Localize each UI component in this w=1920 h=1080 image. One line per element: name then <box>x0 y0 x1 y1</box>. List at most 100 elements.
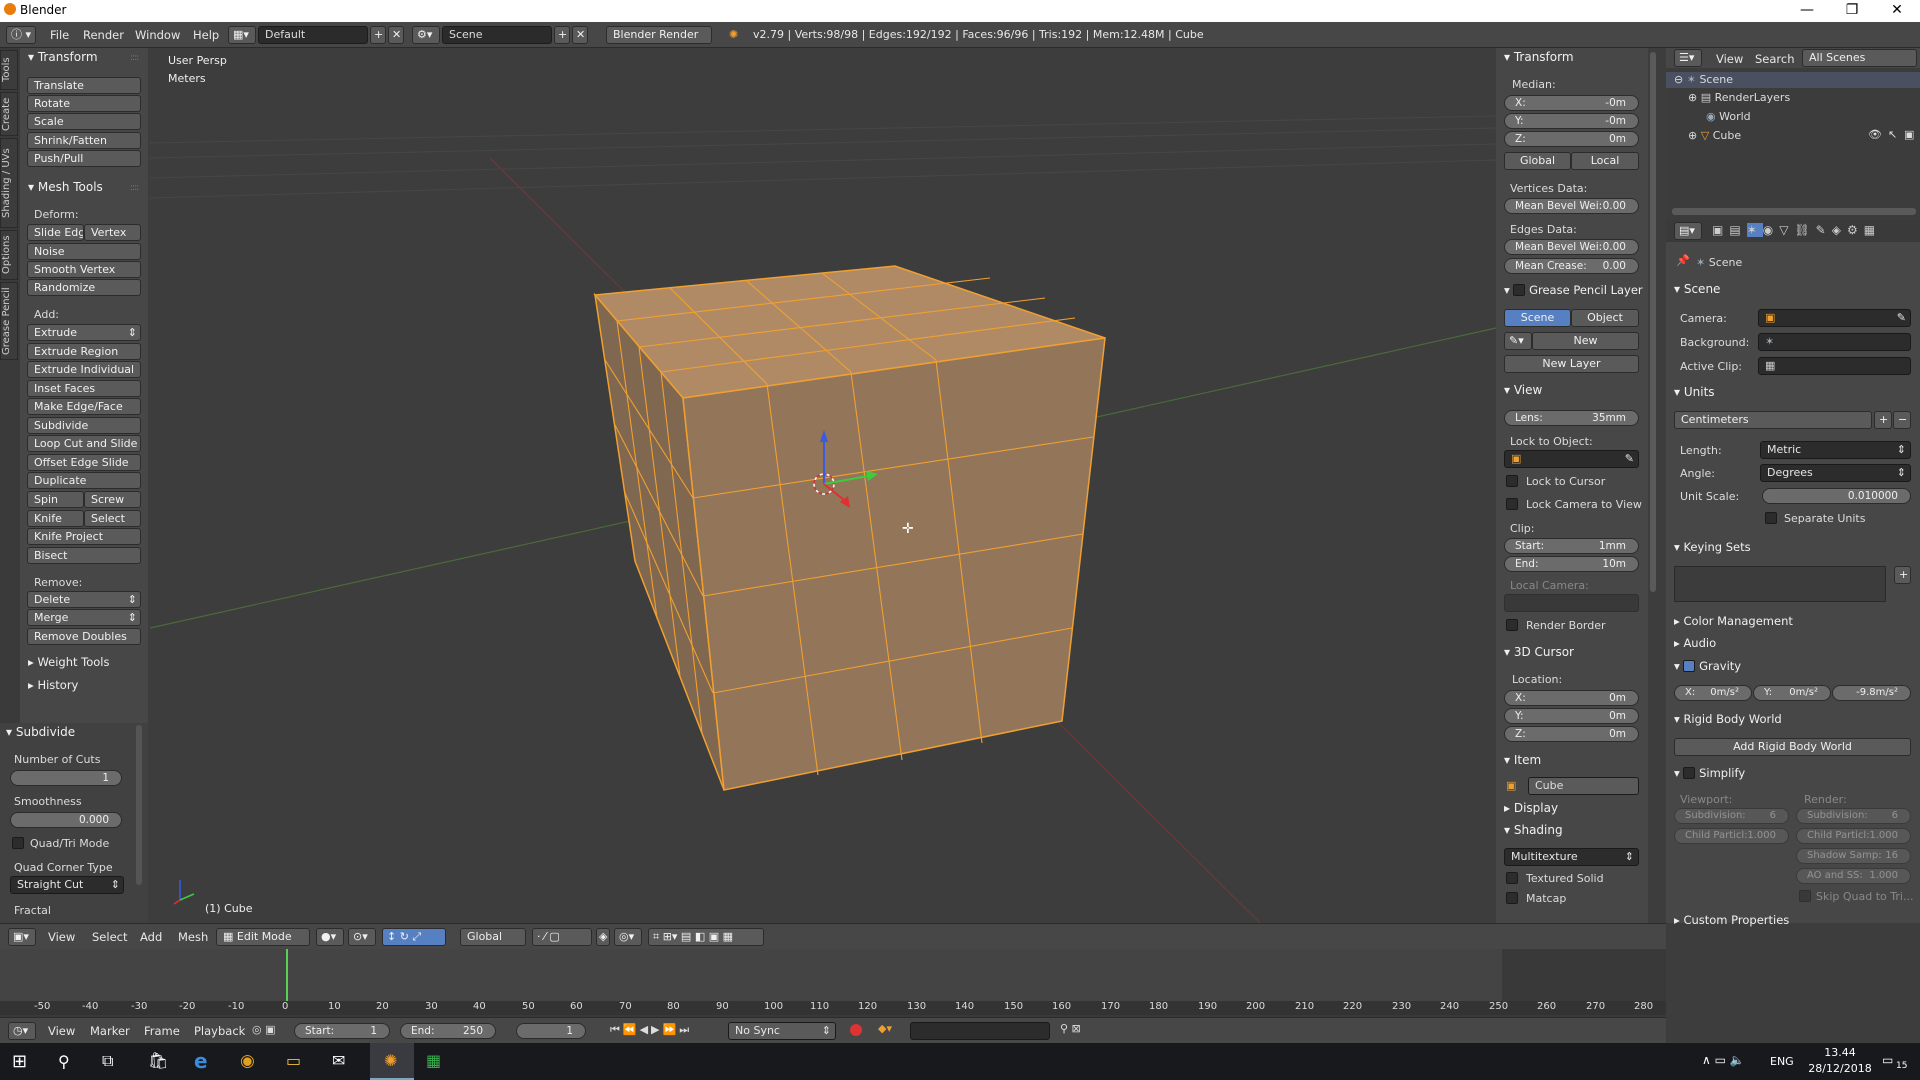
local-toggle[interactable]: Local <box>1571 152 1639 170</box>
end-frame-field[interactable]: End: 250 <box>400 1023 496 1039</box>
randomize-button[interactable]: Randomize <box>27 279 141 296</box>
merge-menu[interactable]: Merge ⇕ <box>27 609 141 626</box>
custom-properties-header[interactable]: ▸ Custom Properties <box>1674 913 1789 927</box>
spin-button[interactable]: Spin <box>27 491 84 508</box>
view-header[interactable]: ▾ View <box>1504 383 1542 397</box>
unit-scale-field[interactable]: 0.010000 <box>1762 488 1911 504</box>
timeline-area[interactable] <box>0 949 1502 1001</box>
view3d-select-menu[interactable]: Select <box>92 930 127 944</box>
shrink-fatten-button[interactable]: Shrink/Fatten <box>27 132 141 149</box>
units-panel-header[interactable]: ▾ Units <box>1674 385 1715 399</box>
mode-select[interactable]: ▦ Edit Mode <box>216 928 310 946</box>
keying-set-field[interactable] <box>910 1022 1050 1040</box>
keying-sets-header[interactable]: ▾ Keying Sets <box>1674 540 1751 554</box>
offset-edge-slide-button[interactable]: Offset Edge Slide <box>27 454 141 471</box>
pivot-point-icon[interactable]: ⊙▾ <box>348 928 376 946</box>
gravity-checkbox[interactable] <box>1683 660 1696 672</box>
windows-start-icon[interactable]: ⊞ <box>12 1051 27 1072</box>
slide-edge-button[interactable]: Slide Edg <box>27 224 84 241</box>
context-tabs-icons[interactable]: ▣▤✶◉▽⛓✎◈⚙▦ <box>1712 223 1881 237</box>
new-layer-button[interactable]: New Layer <box>1504 355 1639 373</box>
slide-vertex-button[interactable]: Vertex <box>84 224 141 241</box>
bisect-button[interactable]: Bisect <box>27 547 141 564</box>
mesh-tools-header[interactable]: ▾ Mesh Tools <box>28 180 103 194</box>
screw-button[interactable]: Screw <box>84 491 141 508</box>
knife-select-button[interactable]: Select <box>84 510 141 527</box>
item-name-field[interactable]: Cube <box>1528 777 1639 795</box>
push-pull-button[interactable]: Push/Pull <box>27 150 141 167</box>
rotate-button[interactable]: Rotate <box>27 95 141 112</box>
cuts-field[interactable]: 1 <box>10 770 122 786</box>
quad-corner-select[interactable]: Straight Cut ⇕ <box>10 876 124 894</box>
quadtri-checkbox[interactable] <box>12 837 24 849</box>
tray-icons[interactable]: ∧ ▭ 🔈 <box>1702 1053 1745 1067</box>
task-view-icon[interactable]: ⧉ <box>102 1051 113 1071</box>
drag-handle-icon[interactable]: :::: <box>130 183 139 193</box>
knife-project-button[interactable]: Knife Project <box>27 528 141 545</box>
gp-object-tab[interactable]: Object <box>1571 309 1639 327</box>
spreadsheet-app-icon[interactable]: ▦ <box>426 1051 441 1070</box>
record-button[interactable] <box>850 1024 862 1036</box>
remove-layout-icon[interactable]: ✕ <box>388 26 404 44</box>
timeline-marker-menu[interactable]: Marker <box>90 1024 130 1038</box>
remove-preset-icon[interactable]: − <box>1893 411 1911 429</box>
translate-button[interactable]: Translate <box>27 77 141 94</box>
scene-icon[interactable]: ⚙▾ <box>412 26 440 44</box>
global-toggle[interactable]: Global <box>1504 152 1571 170</box>
search-icon[interactable]: ⚲ <box>58 1052 70 1071</box>
simplify-header[interactable]: ▾ Simplify <box>1674 765 1745 780</box>
median-z-field[interactable]: Z: 0m <box>1504 131 1639 147</box>
median-x-field[interactable]: X: -0m <box>1504 95 1639 111</box>
extrude-menu[interactable]: Extrude ⇕ <box>27 324 141 341</box>
playback-controls-icons[interactable]: ⏮⏪◀▶⏩⏭ <box>610 1023 692 1037</box>
gp-scene-tab[interactable]: Scene <box>1504 309 1571 327</box>
timeline-playback-menu[interactable]: Playback <box>194 1024 245 1038</box>
3d-cursor-header[interactable]: ▾ 3D Cursor <box>1504 645 1574 659</box>
audio-header[interactable]: ▸ Audio <box>1674 636 1716 650</box>
eyedropper-icon[interactable]: ✎ <box>1897 310 1906 326</box>
extrude-region-button[interactable]: Extrude Region <box>27 343 141 360</box>
maximize-button[interactable]: ❐ <box>1829 0 1875 22</box>
chrome-icon[interactable]: ◉ <box>240 1051 255 1071</box>
gravity-z-field[interactable]: -9.8m/s² <box>1832 685 1911 701</box>
grease-pencil-header[interactable]: ▾ Grease Pencil Layer <box>1504 282 1643 297</box>
pencil-icon[interactable]: ✎▾ <box>1504 332 1532 350</box>
gravity-x-field[interactable]: X: 0m/s² <box>1674 685 1752 701</box>
render-camera-icon[interactable]: ▣ <box>1904 128 1914 141</box>
smoothness-field[interactable]: 0.000 <box>10 812 122 828</box>
3d-viewport[interactable]: ✛ User Persp Meters (1) Cube <box>150 48 1496 923</box>
sync-select[interactable]: No Sync ⇕ <box>728 1022 836 1040</box>
world-tree-item[interactable]: ◉ World <box>1706 110 1751 123</box>
add-keying-set-icon[interactable]: + <box>1894 566 1911 584</box>
editor-type-info-icon[interactable]: ⓘ ▾ <box>6 26 36 44</box>
cube-mesh[interactable] <box>593 265 1106 791</box>
subdivide-operator-header[interactable]: ▾ Subdivide <box>6 725 75 739</box>
current-frame-field[interactable]: 1 <box>516 1023 586 1039</box>
smooth-vertex-button[interactable]: Smooth Vertex <box>27 261 141 278</box>
drag-handle-icon[interactable]: :::: <box>130 53 139 63</box>
cursor-x-field[interactable]: X: 0m <box>1504 690 1639 706</box>
start-frame-field[interactable]: Start: 1 <box>294 1023 390 1039</box>
eyedropper-icon[interactable]: ✎ <box>1625 451 1634 467</box>
menu-render[interactable]: Render <box>83 28 124 42</box>
matcap-checkbox[interactable] <box>1506 892 1518 904</box>
active-clip-field[interactable]: ▦ <box>1758 357 1911 375</box>
blender-taskbar-button[interactable]: ✺ <box>370 1043 414 1080</box>
n-transform-header[interactable]: ▾ Transform <box>1504 50 1574 64</box>
scale-button[interactable]: Scale <box>27 113 141 130</box>
item-header[interactable]: ▾ Item <box>1504 753 1541 767</box>
noise-button[interactable]: Noise <box>27 243 141 260</box>
layout-icon[interactable]: ▦▾ <box>228 26 256 44</box>
orientation-select[interactable]: Global <box>460 928 526 946</box>
cube-tree-item[interactable]: ⊕ ▽ Cube <box>1688 129 1741 142</box>
manipulator-icons[interactable]: ↕ ↻ ⤢ <box>382 928 446 946</box>
lens-field[interactable]: Lens: 35mm <box>1504 410 1639 426</box>
clock-date[interactable]: 28/12/2018 <box>1807 1062 1873 1075</box>
cursor-y-field[interactable]: Y: 0m <box>1504 708 1639 724</box>
keying-sets-list[interactable] <box>1674 566 1886 602</box>
mean-crease-field[interactable]: Mean Crease: 0.00 <box>1504 258 1639 274</box>
shading-mode-select[interactable]: Multitexture ⇕ <box>1504 848 1639 866</box>
gravity-header[interactable]: ▾ Gravity <box>1674 658 1741 673</box>
select-mode-icons[interactable]: · ⁄ ▢ <box>532 928 592 946</box>
tab-create[interactable]: Create <box>0 92 18 136</box>
